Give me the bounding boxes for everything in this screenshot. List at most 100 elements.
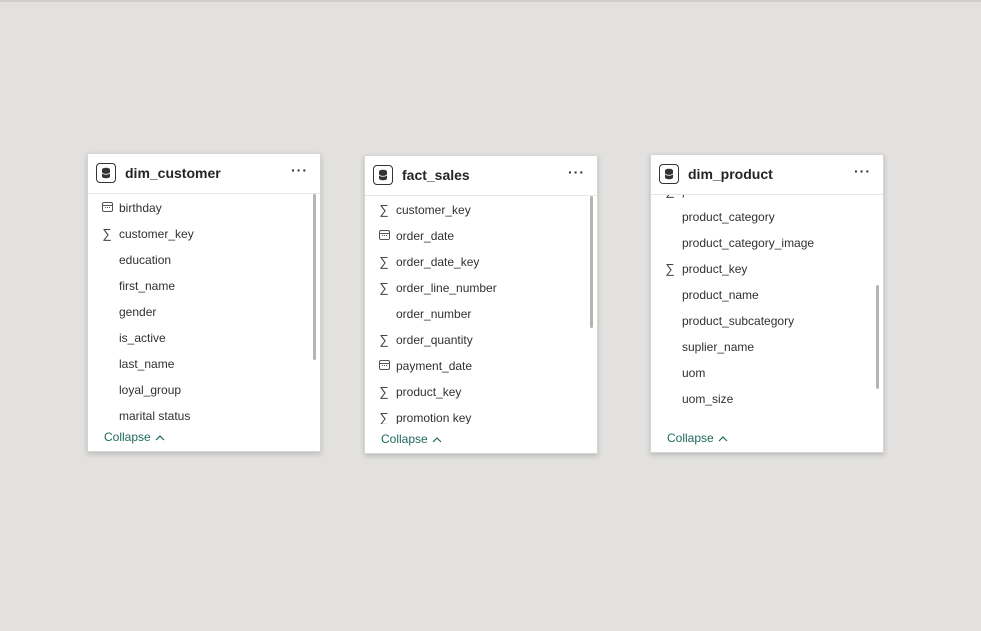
field-label: product_name — [682, 288, 759, 302]
field-row[interactable]: ∑ product_key — [651, 256, 877, 282]
field-label: uom_size — [682, 392, 734, 406]
no-icon — [100, 356, 114, 370]
scrollbar-thumb[interactable] — [876, 285, 879, 389]
field-row[interactable]: ∑ order_date_key — [365, 249, 591, 275]
field-row[interactable]: marital status — [88, 403, 314, 422]
more-options-icon[interactable]: ··· — [568, 164, 585, 180]
calendar-icon — [100, 200, 114, 214]
field-label: product_key — [396, 385, 462, 399]
sigma-icon: ∑ — [379, 279, 389, 295]
no-icon — [100, 252, 114, 266]
field-label: price — [682, 195, 708, 198]
field-row[interactable]: last_name — [88, 351, 314, 377]
field-row[interactable]: uom — [651, 360, 877, 386]
sigma-icon: ∑ — [102, 225, 112, 241]
field-label: loyal_group — [119, 383, 182, 397]
field-label: customer_key — [396, 203, 471, 217]
no-icon — [100, 382, 114, 396]
no-icon — [663, 313, 677, 327]
field-row[interactable]: product_name — [651, 282, 877, 308]
more-options-icon[interactable]: ··· — [854, 163, 871, 179]
field-row[interactable]: ∑ promotion key — [365, 405, 591, 425]
field-label: product_category_image — [682, 236, 815, 250]
field-label: suplier_name — [682, 340, 755, 354]
no-icon — [663, 417, 677, 423]
table-card-dim-product[interactable]: dim_product ··· ∑ price product_categorypr… — [650, 154, 884, 453]
more-options-icon[interactable]: ··· — [291, 162, 308, 178]
field-row[interactable]: product_subcategory — [651, 308, 877, 334]
no-icon — [100, 278, 114, 292]
field-label: order_number — [396, 307, 472, 321]
no-icon — [663, 287, 677, 301]
sigma-icon: ∑ — [665, 260, 675, 276]
field-row[interactable]: uom_size — [651, 386, 877, 412]
chevron-up-icon — [718, 435, 728, 441]
table-card-dim-customer[interactable]: dim_customer ··· birthday ∑ customer_keyed… — [87, 153, 321, 452]
field-row[interactable]: first_name — [88, 273, 314, 299]
field-row[interactable]: ∑ price — [651, 195, 877, 204]
field-label: is_active — [119, 331, 166, 345]
collapse-button[interactable]: Collapse — [667, 431, 728, 445]
field-label: customer_key — [119, 227, 194, 241]
field-row[interactable]: ∑ customer_key — [88, 221, 314, 247]
field-label: order_quantity — [396, 333, 473, 347]
field-label: birthday — [119, 201, 162, 215]
field-row[interactable]: order_number — [365, 301, 591, 327]
field-label: uom — [682, 366, 706, 380]
no-icon — [663, 235, 677, 249]
collapse-label: Collapse — [381, 432, 428, 446]
fields-list: ∑ price product_category product_category_i… — [651, 195, 877, 423]
scrollbar[interactable] — [590, 196, 594, 424]
field-row[interactable]: is_active — [88, 325, 314, 351]
collapse-button[interactable]: Collapse — [381, 432, 442, 446]
fields-viewport[interactable]: birthday ∑ customer_key education first_name… — [88, 194, 314, 422]
sigma-icon: ∑ — [379, 331, 389, 347]
card-header: fact_sales ··· — [365, 156, 597, 196]
sigma-icon: ∑ — [663, 195, 677, 198]
sigma-icon: ∑ — [379, 409, 389, 425]
field-row[interactable]: gender — [88, 299, 314, 325]
no-icon — [663, 391, 677, 405]
field-row[interactable]: product_category_image — [651, 230, 877, 256]
field-row[interactable]: ∑ order_quantity — [365, 327, 591, 353]
field-label: promotion key — [396, 411, 472, 424]
database-icon — [659, 164, 679, 184]
field-label: payment_date — [396, 359, 473, 373]
field-row[interactable]: birthday — [88, 195, 314, 221]
fields-viewport[interactable]: ∑ customer_key order_date ∑ order_date_key ∑ o… — [365, 196, 591, 424]
no-icon — [100, 304, 114, 318]
field-row[interactable]: suplier_name — [651, 334, 877, 360]
no-icon — [663, 365, 677, 379]
field-row[interactable]: loyal_group — [88, 377, 314, 403]
field-row[interactable]: product_category — [651, 204, 877, 230]
chevron-up-icon — [155, 434, 165, 440]
database-icon — [373, 165, 393, 185]
fields-viewport[interactable]: ∑ price product_category product_category_i… — [651, 195, 877, 423]
scrollbar[interactable] — [313, 194, 317, 422]
calendar-icon — [377, 358, 391, 372]
field-row[interactable]: ∑ product_key — [365, 379, 591, 405]
card-title: dim_customer — [125, 165, 221, 181]
scrollbar-thumb[interactable] — [313, 194, 316, 360]
table-card-fact-sales[interactable]: fact_sales ··· ∑ customer_key order_date ∑ o… — [364, 155, 598, 454]
field-label: product_category — [682, 210, 775, 224]
field-row[interactable]: ∑ order_line_number — [365, 275, 591, 301]
database-icon — [96, 163, 116, 183]
no-icon — [100, 408, 114, 422]
field-label: order_date — [396, 229, 455, 243]
sigma-icon: ∑ — [379, 201, 389, 217]
field-row[interactable]: payment_date — [365, 353, 591, 379]
field-label: marital status — [119, 409, 191, 422]
field-row[interactable]: order_date — [365, 223, 591, 249]
chevron-up-icon — [432, 436, 442, 442]
field-label: order_date_key — [396, 255, 480, 269]
field-row[interactable]: education — [88, 247, 314, 273]
field-row[interactable] — [651, 412, 877, 423]
no-icon — [663, 339, 677, 353]
field-row[interactable]: ∑ customer_key — [365, 197, 591, 223]
sigma-icon: ∑ — [379, 383, 389, 399]
fields-list: ∑ customer_key order_date ∑ order_date_key ∑ o… — [365, 197, 591, 424]
scrollbar[interactable] — [876, 195, 880, 423]
scrollbar-thumb[interactable] — [590, 196, 593, 328]
collapse-button[interactable]: Collapse — [104, 430, 165, 444]
